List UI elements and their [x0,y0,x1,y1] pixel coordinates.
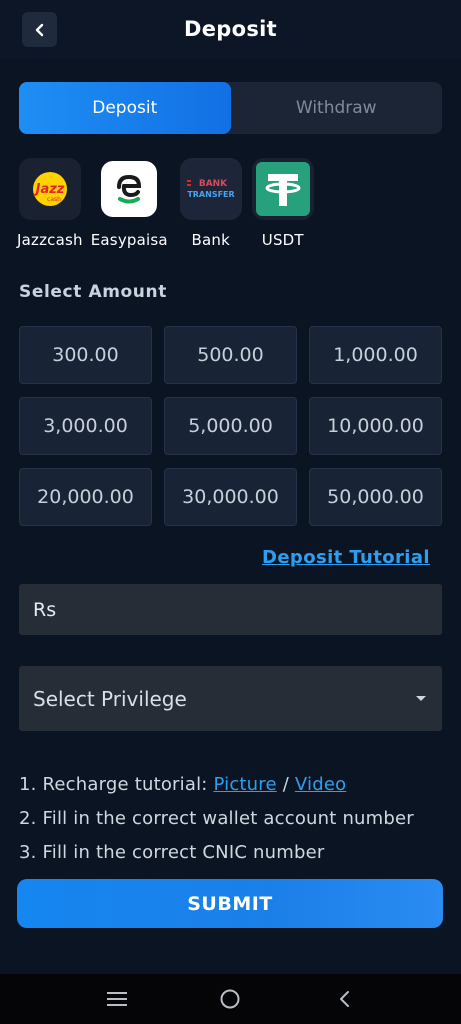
jazz-logo-text: Jazz [32,182,64,197]
amount-grid: 300.00 500.00 1,000.00 3,000.00 5,000.00… [19,326,442,526]
submit-button[interactable]: SUBMIT [17,879,443,928]
method-usdt[interactable]: USDT [251,158,314,249]
instruction-line-3: 3. Fill in the correct CNIC number [19,842,325,863]
tab-deposit[interactable]: Deposit [19,82,231,134]
jazz-logo-icon: Jazz cash [18,158,81,220]
caret-down-icon [416,696,426,701]
bank-transfer-icon: BANK TRANSFER [179,158,242,220]
instruction-separator: / [276,774,295,795]
recent-apps-button[interactable] [97,979,137,1019]
home-circle-icon [220,989,240,1009]
instruction-prefix: 1. Recharge tutorial: [19,774,214,795]
method-label-jazzcash: Jazzcash [17,231,83,249]
video-link[interactable]: Video [295,774,346,795]
amount-option[interactable]: 10,000.00 [309,397,442,455]
amount-option[interactable]: 1,000.00 [309,326,442,384]
privilege-select[interactable]: Select Privilege [19,666,442,731]
back-icon [340,991,350,1007]
picture-link[interactable]: Picture [213,774,276,795]
amount-option[interactable]: 30,000.00 [164,468,297,526]
tether-logo-icon [251,158,314,220]
menu-icon [106,992,127,1006]
jazz-logo-subtext: cash [47,196,61,203]
easypaisa-logo-icon [101,161,158,217]
tab-withdraw[interactable]: Withdraw [231,82,443,134]
bank-logo-text: BANK [199,179,228,189]
deposit-tutorial-link[interactable]: Deposit Tutorial [262,547,430,568]
privilege-select-value: Select Privilege [33,686,187,711]
select-amount-title: Select Amount [19,282,167,302]
method-label-bank: Bank [191,231,231,249]
amount-option[interactable]: 3,000.00 [19,397,152,455]
method-easypaisa[interactable]: Easypaisa [91,158,168,249]
page-title: Deposit [184,17,277,41]
header-bar: Deposit [0,0,461,58]
back-button[interactable] [22,12,57,47]
amount-option[interactable]: 20,000.00 [19,468,152,526]
method-bank[interactable]: BANK TRANSFER Bank [179,158,242,249]
system-back-button[interactable] [324,979,364,1019]
amount-option[interactable]: 300.00 [19,326,152,384]
home-button[interactable] [210,979,250,1019]
deposit-withdraw-tabs: Deposit Withdraw [19,82,442,134]
amount-option[interactable]: 500.00 [164,326,297,384]
payment-methods: Jazz cash Jazzcash Easypaisa BANK TRANSF… [17,158,322,249]
chevron-left-icon [35,23,43,36]
instruction-line-2: 2. Fill in the correct wallet account nu… [19,808,414,829]
amount-input[interactable]: Rs [19,584,442,635]
amount-option[interactable]: 5,000.00 [164,397,297,455]
method-label-usdt: USDT [261,231,304,249]
instructions: 1. Recharge tutorial: Picture / Video 2.… [19,768,414,870]
method-label-easypaisa: Easypaisa [90,231,168,249]
amount-option[interactable]: 50,000.00 [309,468,442,526]
bank-logo-subtext: TRANSFER [187,190,234,199]
system-nav-bar [0,974,461,1024]
instruction-line-1: 1. Recharge tutorial: Picture / Video [19,768,414,802]
method-jazzcash[interactable]: Jazz cash Jazzcash [17,158,83,249]
